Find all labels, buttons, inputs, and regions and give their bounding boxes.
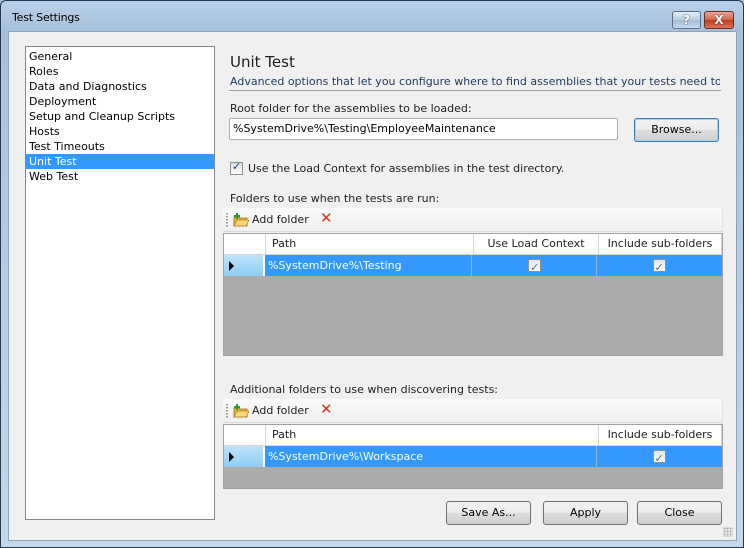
nav-item-hosts[interactable]: Hosts [26, 124, 214, 139]
toolbar-grip[interactable] [226, 213, 228, 227]
add-folder-icon[interactable] [233, 213, 249, 227]
dialog-client-area: General Roles Data and Diagnostics Deplo… [8, 31, 737, 541]
nav-item-roles[interactable]: Roles [26, 64, 214, 79]
current-row-arrow-icon [229, 452, 234, 462]
table-row[interactable]: %SystemDrive%\Testing ✓ ✓ [224, 255, 722, 276]
discover-add-folder-button[interactable]: Add folder [252, 404, 309, 417]
load-context-checkbox[interactable]: ✓ [230, 160, 243, 175]
column-header-include-subfolders[interactable]: Include sub-folders [599, 234, 722, 254]
path-cell[interactable]: %SystemDrive%\Testing [265, 255, 472, 276]
row-selector[interactable] [224, 446, 265, 467]
settings-category-list[interactable]: General Roles Data and Diagnostics Deplo… [25, 46, 215, 520]
run-folders-toolbar: Add folder ✕ [223, 208, 723, 232]
run-add-folder-button[interactable]: Add folder [252, 213, 309, 226]
close-button[interactable]: Close [637, 501, 722, 525]
run-folders-label: Folders to use when the tests are run: [230, 192, 440, 205]
path-cell[interactable]: %SystemDrive%\Workspace [265, 446, 597, 467]
nav-item-web-test[interactable]: Web Test [26, 169, 214, 184]
include-subfolders-checkbox[interactable]: ✓ [652, 450, 666, 465]
current-row-arrow-icon [229, 261, 234, 271]
toolbar-grip[interactable] [226, 404, 228, 418]
nav-item-setup-and-cleanup-scripts[interactable]: Setup and Cleanup Scripts [26, 109, 214, 124]
include-subfolders-checkbox[interactable]: ✓ [652, 259, 666, 274]
run-folders-grid: Path Use Load Context Include sub-folder… [223, 233, 723, 356]
column-header-include-subfolders[interactable]: Include sub-folders [599, 425, 722, 445]
column-header-path[interactable]: Path [266, 234, 474, 254]
load-context-label[interactable]: Use the Load Context for assemblies in t… [248, 162, 564, 175]
discover-folders-toolbar: Add folder ✕ [223, 399, 723, 423]
resize-grip[interactable] [723, 527, 733, 537]
page-description: Advanced options that let you configure … [230, 75, 720, 88]
window-title: Test Settings [12, 11, 80, 24]
header-separator [229, 90, 721, 91]
row-selector[interactable] [224, 255, 265, 276]
include-subfolders-cell: ✓ [597, 255, 720, 276]
nav-item-unit-test[interactable]: Unit Test [26, 154, 214, 169]
grid-header: Path Use Load Context Include sub-folder… [224, 234, 722, 255]
use-load-context-cell: ✓ [472, 255, 597, 276]
run-delete-folder-icon[interactable]: ✕ [320, 211, 333, 226]
help-icon: ? [683, 13, 690, 27]
column-header-use-load-context[interactable]: Use Load Context [474, 234, 599, 254]
root-folder-input[interactable]: %SystemDrive%\Testing\EmployeeMaintenanc… [229, 118, 618, 140]
checkmark-icon: ✓ [232, 160, 242, 173]
column-header-path[interactable]: Path [266, 425, 599, 445]
include-subfolders-cell: ✓ [597, 446, 720, 467]
nav-item-general[interactable]: General [26, 49, 214, 64]
root-folder-label: Root folder for the assemblies to be loa… [230, 102, 472, 115]
nav-item-deployment[interactable]: Deployment [26, 94, 214, 109]
add-folder-icon[interactable] [233, 404, 249, 418]
window-close-button[interactable]: X [704, 11, 734, 29]
nav-item-test-timeouts[interactable]: Test Timeouts [26, 139, 214, 154]
checkmark-icon: ✓ [654, 261, 664, 274]
test-settings-dialog: Test Settings ? X General Roles Data and… [0, 0, 744, 548]
checkmark-icon: ✓ [530, 261, 540, 274]
table-row[interactable]: %SystemDrive%\Workspace ✓ [224, 446, 722, 467]
save-as-button[interactable]: Save As... [446, 501, 531, 525]
apply-button[interactable]: Apply [543, 501, 628, 525]
nav-item-data-and-diagnostics[interactable]: Data and Diagnostics [26, 79, 214, 94]
browse-button[interactable]: Browse... [634, 118, 719, 142]
row-header-column [224, 234, 266, 254]
checkmark-icon: ✓ [654, 452, 664, 465]
page-title: Unit Test [230, 53, 295, 71]
row-header-column [224, 425, 266, 445]
use-load-context-checkbox[interactable]: ✓ [528, 259, 541, 274]
title-bar[interactable]: Test Settings ? X [1, 1, 743, 31]
discover-folders-grid: Path Include sub-folders %SystemDrive%\W… [223, 424, 723, 489]
discover-folders-label: Additional folders to use when discoveri… [230, 383, 499, 396]
help-button[interactable]: ? [672, 11, 701, 29]
grid-header: Path Include sub-folders [224, 425, 722, 446]
close-icon: X [714, 13, 724, 27]
discover-delete-folder-icon[interactable]: ✕ [320, 402, 333, 417]
